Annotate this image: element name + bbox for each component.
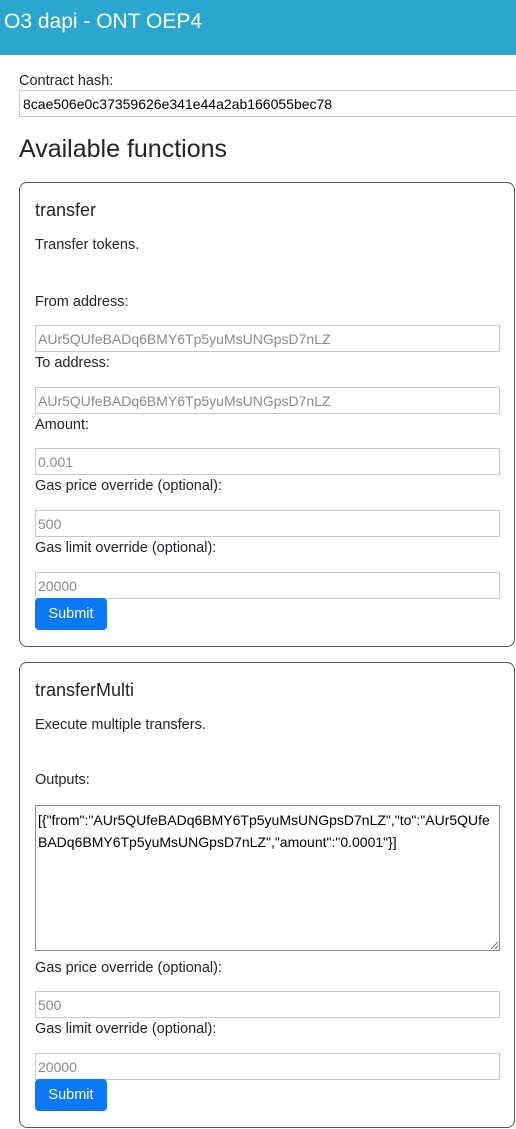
amount-input[interactable] xyxy=(35,448,500,475)
amount-label: Amount: xyxy=(35,417,89,433)
gas-price-label: Gas price override (optional): xyxy=(35,478,222,494)
app-header: O3 dapi - ONT OEP4 xyxy=(0,0,516,55)
gas-limit-input[interactable] xyxy=(35,1053,500,1080)
function-name: transferMulti xyxy=(35,680,135,700)
outputs-label: Outputs: xyxy=(35,772,90,788)
from-address-input[interactable] xyxy=(35,325,500,352)
contract-hash-input[interactable] xyxy=(19,90,516,117)
gas-limit-input[interactable] xyxy=(35,572,500,599)
contract-hash-label: Contract hash: xyxy=(19,73,114,89)
function-name: transfer xyxy=(35,200,97,220)
outputs-textarea[interactable]: [{"from":"AUr5QUfeBADq6BMY6Tp5yuMsUNGpsD… xyxy=(35,805,500,951)
to-address-label: To address: xyxy=(35,355,110,371)
gas-limit-label: Gas limit override (optional): xyxy=(35,1021,217,1037)
gas-limit-label: Gas limit override (optional): xyxy=(35,540,217,556)
function-card-transfermulti: transferMulti Execute multiple transfers… xyxy=(19,662,515,1128)
gas-price-label: Gas price override (optional): xyxy=(35,960,222,976)
transfermulti-submit-button[interactable]: Submit xyxy=(35,1079,107,1111)
available-functions-heading: Available functions xyxy=(19,135,228,163)
function-description: Execute multiple transfers. xyxy=(35,717,206,733)
function-description: Transfer tokens. xyxy=(35,237,140,253)
function-card-transfer: transfer Transfer tokens. From address: … xyxy=(19,182,515,647)
from-address-label: From address: xyxy=(35,294,129,310)
gas-price-input[interactable] xyxy=(35,991,500,1018)
app-title: O3 dapi - ONT OEP4 xyxy=(4,10,203,33)
to-address-input[interactable] xyxy=(35,387,500,414)
gas-price-input[interactable] xyxy=(35,510,500,537)
transfer-submit-button[interactable]: Submit xyxy=(35,598,107,630)
